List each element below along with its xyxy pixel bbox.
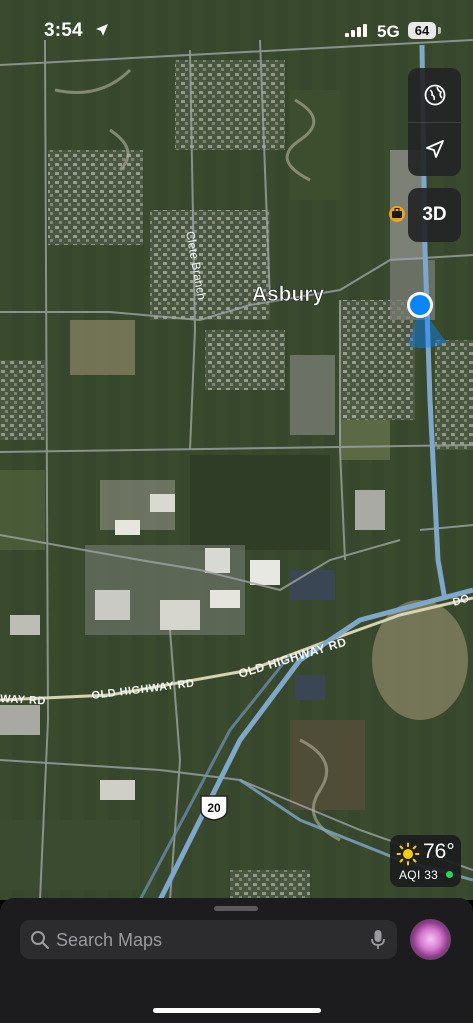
search-input[interactable]: Search Maps xyxy=(20,920,397,959)
search-placeholder: Search Maps xyxy=(56,930,163,950)
navigation-arrow-icon xyxy=(425,140,444,158)
map-mode-button[interactable] xyxy=(408,68,461,123)
svg-text:20: 20 xyxy=(207,801,221,815)
place-label-asbury: Asbury xyxy=(252,283,325,306)
avatar[interactable] xyxy=(410,919,451,960)
location-arrow-icon xyxy=(96,24,108,36)
status-time: 3:54 xyxy=(44,20,83,41)
weather-temperature: 76° xyxy=(423,840,455,863)
battery-tip xyxy=(438,27,441,34)
network-type: 5G xyxy=(377,22,400,41)
satellite-map[interactable]: Asbury Clete Branch OLD HIGHWAY RD OLD H… xyxy=(0,0,473,900)
suitcase-icon[interactable] xyxy=(389,206,405,222)
maps-screen: Asbury Clete Branch OLD HIGHWAY RD OLD H… xyxy=(0,0,473,1023)
status-bar: 3:54 5G 64 xyxy=(0,0,473,60)
map-controls xyxy=(408,68,461,176)
signal-icon xyxy=(345,24,367,37)
home-indicator xyxy=(153,1008,321,1013)
3d-view-button[interactable]: 3D xyxy=(408,188,461,242)
air-quality-index: AQI 33 xyxy=(399,868,439,882)
aqi-status-dot xyxy=(446,871,453,878)
track-location-button[interactable] xyxy=(408,122,461,176)
sheet-grabber[interactable] xyxy=(214,906,258,911)
microphone-icon[interactable] xyxy=(370,929,386,951)
search-sheet[interactable]: Search Maps xyxy=(0,898,473,1023)
route-shield-20: 20 xyxy=(200,795,228,821)
search-icon xyxy=(31,931,50,950)
globe-icon xyxy=(424,84,445,106)
weather-widget[interactable]: 76° AQI 33 xyxy=(390,835,461,887)
battery-level: 64 xyxy=(408,22,436,39)
street-label-old-highway-rd-left: WAY RD xyxy=(0,693,46,707)
sun-icon xyxy=(396,842,420,866)
